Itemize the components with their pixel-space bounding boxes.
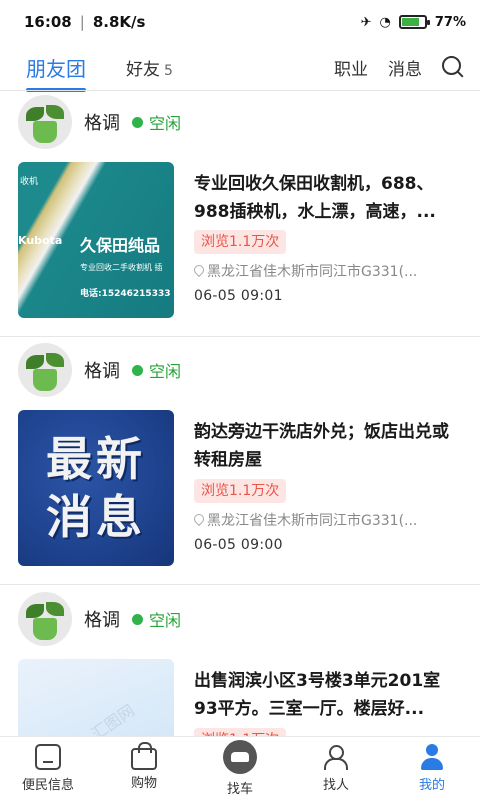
location-pin-icon bbox=[194, 514, 203, 526]
author-name: 格调 bbox=[84, 610, 120, 631]
post-feed[interactable]: 格调 空闲 收机 Kubota 久保田纯品 专业回收二手收割机 插 电话:152… bbox=[0, 90, 480, 736]
nav-label: 我的 bbox=[418, 778, 445, 793]
thumb-headline-2: 消息 bbox=[46, 490, 146, 544]
status-dot-icon bbox=[132, 613, 143, 625]
people-icon bbox=[323, 744, 349, 770]
wifi-icon: ◔ bbox=[379, 14, 391, 30]
nav-label: 便民信息 bbox=[21, 778, 74, 793]
status-dot-icon bbox=[132, 364, 143, 376]
airplane-icon: ✈ bbox=[360, 14, 372, 30]
post-thumbnail[interactable]: 最新 消息 bbox=[18, 410, 174, 566]
car-icon bbox=[223, 740, 257, 774]
nav-item-find-people[interactable]: 找人 bbox=[288, 737, 384, 800]
nav-label: 购物 bbox=[130, 776, 157, 791]
nav-item-convenience[interactable]: 便民信息 bbox=[0, 737, 96, 800]
shopping-bag-icon bbox=[131, 742, 157, 770]
views-badge: 浏览1.1万次 bbox=[194, 479, 287, 503]
thumb-headline-1: 最新 bbox=[46, 432, 146, 486]
post-thumbnail[interactable]: 汇图网 bbox=[18, 659, 174, 736]
thumb-brand-text: Kubota bbox=[18, 234, 63, 247]
status-label: 空闲 bbox=[149, 362, 182, 381]
friends-count: 5 bbox=[164, 62, 173, 79]
top-nav: 朋友团 好友 5 职业 消息 bbox=[0, 44, 480, 92]
location: 黑龙江省佳木斯市同江市G331(... bbox=[194, 261, 456, 281]
status-label: 空闲 bbox=[149, 611, 182, 630]
thumb-line-text: 专业回收二手收割机 插 bbox=[80, 263, 163, 272]
search-icon[interactable] bbox=[442, 56, 464, 78]
post-thumbnail[interactable]: 收机 Kubota 久保田纯品 专业回收二手收割机 插 电话:152462153… bbox=[18, 162, 174, 318]
post-author-row[interactable]: 格调 空闲 bbox=[18, 342, 181, 398]
avatar[interactable] bbox=[18, 95, 72, 149]
status-label: 空闲 bbox=[149, 114, 182, 133]
avatar[interactable] bbox=[18, 343, 72, 397]
post-time: 06-05 09:01 bbox=[194, 288, 283, 304]
tab-friend-group[interactable]: 朋友团 bbox=[16, 53, 96, 92]
status-badge: 空闲 bbox=[132, 607, 181, 631]
status-badge: 空闲 bbox=[132, 358, 181, 382]
location-text: 黑龙江省佳木斯市同江市G331(... bbox=[207, 513, 418, 529]
views-badge: 浏览1.1万次 bbox=[194, 230, 287, 254]
messages-link[interactable]: 消息 bbox=[388, 55, 422, 80]
post-title[interactable]: 出售润滨小区3号楼3单元201室93平方。三室一厅。楼层好... bbox=[194, 667, 456, 723]
post-title[interactable]: 韵达旁边干洗店外兑；饭店出兑或转租房屋 bbox=[194, 418, 456, 474]
location-pin-icon bbox=[194, 265, 203, 277]
thumb-phone-text: 电话:15246215333 bbox=[80, 289, 171, 299]
avatar[interactable] bbox=[18, 592, 72, 646]
profile-icon bbox=[419, 744, 445, 770]
nav-item-shopping[interactable]: 购物 bbox=[96, 737, 192, 800]
network-speed: 8.8K/s bbox=[92, 13, 146, 31]
post-title[interactable]: 专业回收久保田收割机，688、988插秧机，水上漂，高速，... bbox=[194, 170, 456, 226]
post-author-row[interactable]: 格调 空闲 bbox=[18, 94, 181, 150]
tab-friends[interactable]: 好友 5 bbox=[126, 55, 173, 80]
nav-item-find-car[interactable]: 找车 bbox=[192, 737, 288, 800]
battery-percent: 77% bbox=[434, 14, 466, 30]
nav-item-me[interactable]: 我的 bbox=[384, 737, 480, 800]
nav-label: 找人 bbox=[322, 778, 349, 793]
bottom-nav: 便民信息 购物 找车 找人 我的 bbox=[0, 736, 480, 800]
thumb-watermark: 汇图网 bbox=[87, 700, 138, 736]
nav-label: 找车 bbox=[226, 782, 253, 797]
post-author-row[interactable]: 格调 空闲 bbox=[18, 591, 181, 647]
views-badge: 浏览1.1万次 bbox=[194, 728, 287, 736]
location-text: 黑龙江省佳木斯市同江市G331(... bbox=[207, 264, 418, 280]
status-dot-icon bbox=[132, 116, 143, 128]
thumb-title-text: 久保田纯品 bbox=[80, 236, 161, 255]
status-bar: 16:08 | 8.8K/s ✈ ◔ 77% bbox=[0, 0, 480, 44]
clock: 16:08 bbox=[24, 13, 72, 31]
author-name: 格调 bbox=[84, 361, 120, 382]
career-link[interactable]: 职业 bbox=[334, 55, 368, 80]
tab-friends-label: 好友 bbox=[126, 59, 160, 80]
status-badge: 空闲 bbox=[132, 110, 181, 134]
thumb-corner-text: 收机 bbox=[20, 177, 39, 187]
battery-icon bbox=[398, 15, 430, 29]
post-time: 06-05 09:00 bbox=[194, 537, 283, 553]
location: 黑龙江省佳木斯市同江市G331(... bbox=[194, 510, 456, 530]
author-name: 格调 bbox=[84, 113, 120, 134]
home-icon bbox=[35, 744, 61, 770]
